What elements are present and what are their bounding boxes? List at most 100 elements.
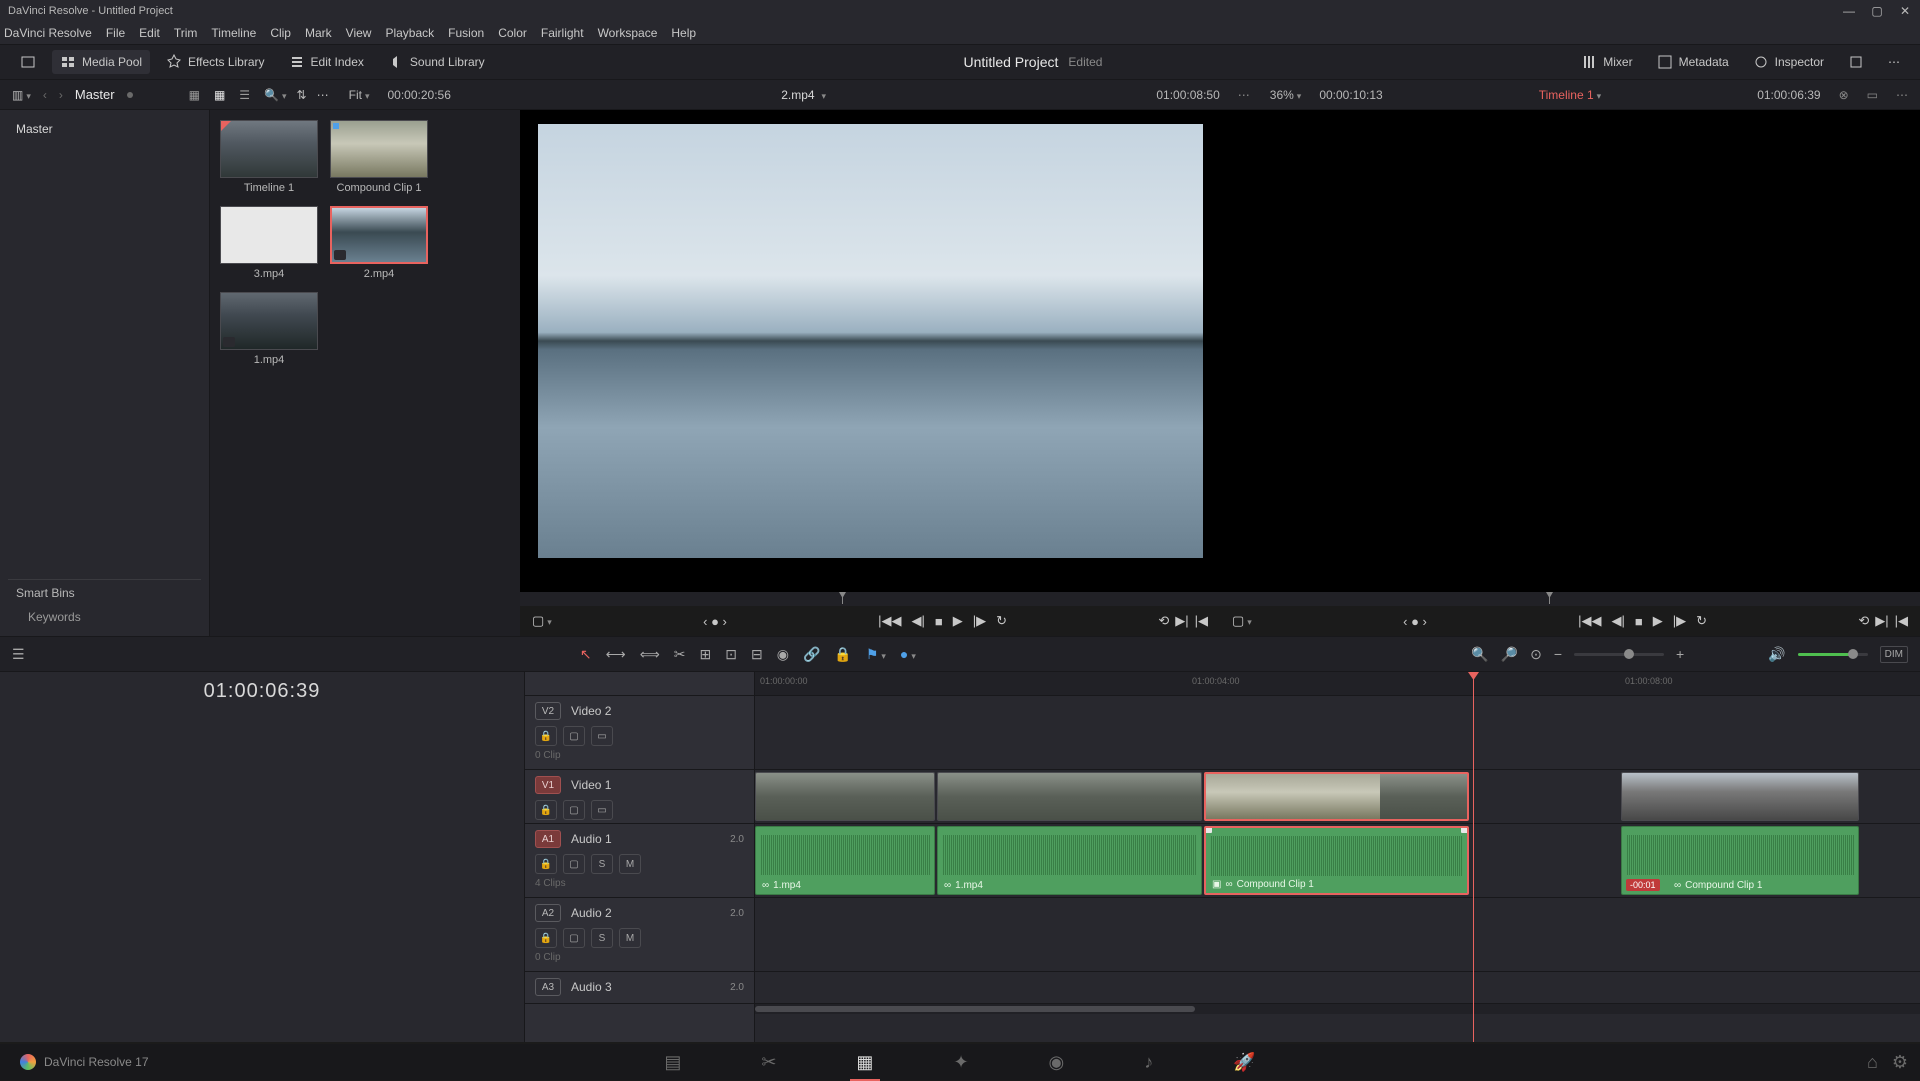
- timeline-name[interactable]: Timeline 1: [1539, 88, 1601, 102]
- track-auto-a2[interactable]: ▢: [563, 928, 585, 948]
- menu-fusion[interactable]: Fusion: [448, 26, 484, 40]
- menu-timeline[interactable]: Timeline: [211, 26, 256, 40]
- source-fit[interactable]: Fit: [349, 88, 370, 102]
- track-lock-a1[interactable]: 🔒: [535, 854, 557, 874]
- source-scrubber[interactable]: [520, 592, 1220, 606]
- menu-playback[interactable]: Playback: [385, 26, 434, 40]
- zoom-to-fit[interactable]: 🔍: [1471, 646, 1488, 663]
- deliver-page-tab[interactable]: 🚀: [1233, 1052, 1255, 1073]
- src-prev-frame[interactable]: ◀|: [912, 613, 925, 629]
- menu-view[interactable]: View: [346, 26, 372, 40]
- selection-tool[interactable]: ↖: [580, 646, 592, 663]
- maximize-button[interactable]: ▢: [1870, 4, 1884, 18]
- menu-color[interactable]: Color: [498, 26, 527, 40]
- track-tag-v2[interactable]: V2: [535, 702, 561, 720]
- timeline-overlay-button[interactable]: ▢: [1232, 613, 1252, 629]
- source-viewer[interactable]: [520, 110, 1220, 592]
- more-button[interactable]: ⋯: [1880, 51, 1908, 73]
- track-solo-a2[interactable]: S: [591, 928, 613, 948]
- trim-tool[interactable]: ⟷: [606, 646, 626, 663]
- track-tag-v1[interactable]: V1: [535, 776, 561, 794]
- mixer-toggle[interactable]: Mixer: [1573, 50, 1640, 74]
- edit-index-toggle[interactable]: Edit Index: [281, 50, 372, 74]
- smart-bin-keywords[interactable]: Keywords: [8, 606, 201, 628]
- close-button[interactable]: ✕: [1898, 4, 1912, 18]
- view-list[interactable]: ☰: [235, 86, 254, 104]
- retime-tool[interactable]: ◉: [777, 646, 789, 663]
- track-auto-v1[interactable]: ▢: [563, 800, 585, 820]
- thumb-1mp4[interactable]: 1.mp4: [220, 292, 318, 366]
- single-viewer-button[interactable]: ▭: [1867, 88, 1878, 102]
- media-pool-toggle[interactable]: Media Pool: [52, 50, 150, 74]
- src-mark-in[interactable]: ▶|: [1175, 613, 1188, 629]
- menu-davinci[interactable]: DaVinci Resolve: [4, 26, 92, 40]
- fusion-page-tab[interactable]: ✦: [953, 1052, 968, 1073]
- track-lane-a2[interactable]: [755, 898, 1920, 972]
- audio-clip-3-selected[interactable]: ▣∞Compound Clip 1: [1204, 826, 1469, 895]
- replace-tool[interactable]: ⊟: [751, 646, 763, 663]
- nav-forward[interactable]: ›: [59, 88, 63, 102]
- menu-mark[interactable]: Mark: [305, 26, 332, 40]
- sidebar-toggle[interactable]: ▥: [12, 88, 31, 102]
- scrollbar-thumb[interactable]: [755, 1006, 1195, 1012]
- dim-toggle[interactable]: DIM: [1880, 646, 1908, 663]
- track-lane-a1[interactable]: ∞1.mp4 ∞1.mp4 ▣∞Compound Clip 1 -00:01 ∞…: [755, 824, 1920, 898]
- menu-clip[interactable]: Clip: [270, 26, 291, 40]
- tl-first-frame[interactable]: |◀◀: [1578, 613, 1601, 629]
- menu-fairlight[interactable]: Fairlight: [541, 26, 584, 40]
- flag-tool[interactable]: ⚑: [866, 646, 886, 663]
- view-metadata[interactable]: ▦: [185, 86, 204, 104]
- timeline-scrubber[interactable]: [1220, 592, 1920, 606]
- track-auto-a1[interactable]: ▢: [563, 854, 585, 874]
- thumb-3mp4[interactable]: 3.mp4: [220, 206, 318, 280]
- track-lock-v2[interactable]: 🔒: [535, 726, 557, 746]
- fullscreen-button[interactable]: [1840, 50, 1872, 74]
- source-match-button[interactable]: ‹ ● ›: [703, 614, 727, 629]
- src-mark-out[interactable]: |◀: [1195, 613, 1208, 629]
- mute-toggle[interactable]: 🔊: [1768, 646, 1785, 663]
- track-header-a3[interactable]: A3 Audio 3 2.0: [525, 972, 754, 1004]
- timeline-match-button[interactable]: ‹ ● ›: [1403, 614, 1427, 629]
- track-tag-a2[interactable]: A2: [535, 904, 561, 922]
- src-loop[interactable]: ↻: [996, 613, 1007, 629]
- tl-stop[interactable]: ■: [1635, 614, 1643, 629]
- blade-tool[interactable]: ✂: [674, 646, 686, 663]
- src-stop[interactable]: ■: [935, 614, 943, 629]
- link-tool[interactable]: 🔗: [803, 646, 820, 663]
- track-lock-a2[interactable]: 🔒: [535, 928, 557, 948]
- source-overlay-button[interactable]: ▢: [532, 613, 552, 629]
- track-tag-a3[interactable]: A3: [535, 978, 561, 996]
- video-clip-4[interactable]: [1621, 772, 1859, 821]
- custom-zoom[interactable]: ⊙: [1530, 646, 1542, 663]
- track-solo-a1[interactable]: S: [591, 854, 613, 874]
- fairlight-page-tab[interactable]: ♪: [1144, 1052, 1153, 1073]
- track-lane-a3[interactable]: [755, 972, 1920, 1004]
- zoom-slider[interactable]: [1574, 653, 1664, 656]
- track-lane-v1[interactable]: [755, 770, 1920, 824]
- track-mute-a1[interactable]: M: [619, 854, 641, 874]
- fade-in-handle[interactable]: [1204, 826, 1212, 833]
- track-header-v1[interactable]: V1 Video 1 🔒 ▢ ▭: [525, 770, 754, 824]
- inspector-toggle[interactable]: Inspector: [1745, 50, 1832, 74]
- insert-tool[interactable]: ⊞: [700, 646, 712, 663]
- src-play[interactable]: ▶: [953, 613, 963, 629]
- video-clip-2[interactable]: [937, 772, 1202, 821]
- bypass-button[interactable]: ⊗: [1839, 88, 1849, 102]
- menu-file[interactable]: File: [106, 26, 125, 40]
- src-first-frame[interactable]: |◀◀: [878, 613, 901, 629]
- video-clip-3-selected[interactable]: [1204, 772, 1469, 821]
- audio-clip-2[interactable]: ∞1.mp4: [937, 826, 1202, 895]
- volume-slider[interactable]: [1798, 653, 1868, 656]
- nav-back[interactable]: ‹: [43, 88, 47, 102]
- timeline-zoom[interactable]: 36%: [1270, 88, 1302, 102]
- menu-help[interactable]: Help: [671, 26, 696, 40]
- src-next-frame[interactable]: |▶: [973, 613, 986, 629]
- playhead[interactable]: [1473, 672, 1474, 1042]
- marker-tool[interactable]: ●: [900, 646, 916, 662]
- menu-workspace[interactable]: Workspace: [598, 26, 658, 40]
- track-lock-v1[interactable]: 🔒: [535, 800, 557, 820]
- tl-play[interactable]: ▶: [1653, 613, 1663, 629]
- menu-trim[interactable]: Trim: [174, 26, 198, 40]
- view-thumb[interactable]: ▦: [210, 86, 229, 104]
- sort-button[interactable]: ⇅: [297, 88, 307, 102]
